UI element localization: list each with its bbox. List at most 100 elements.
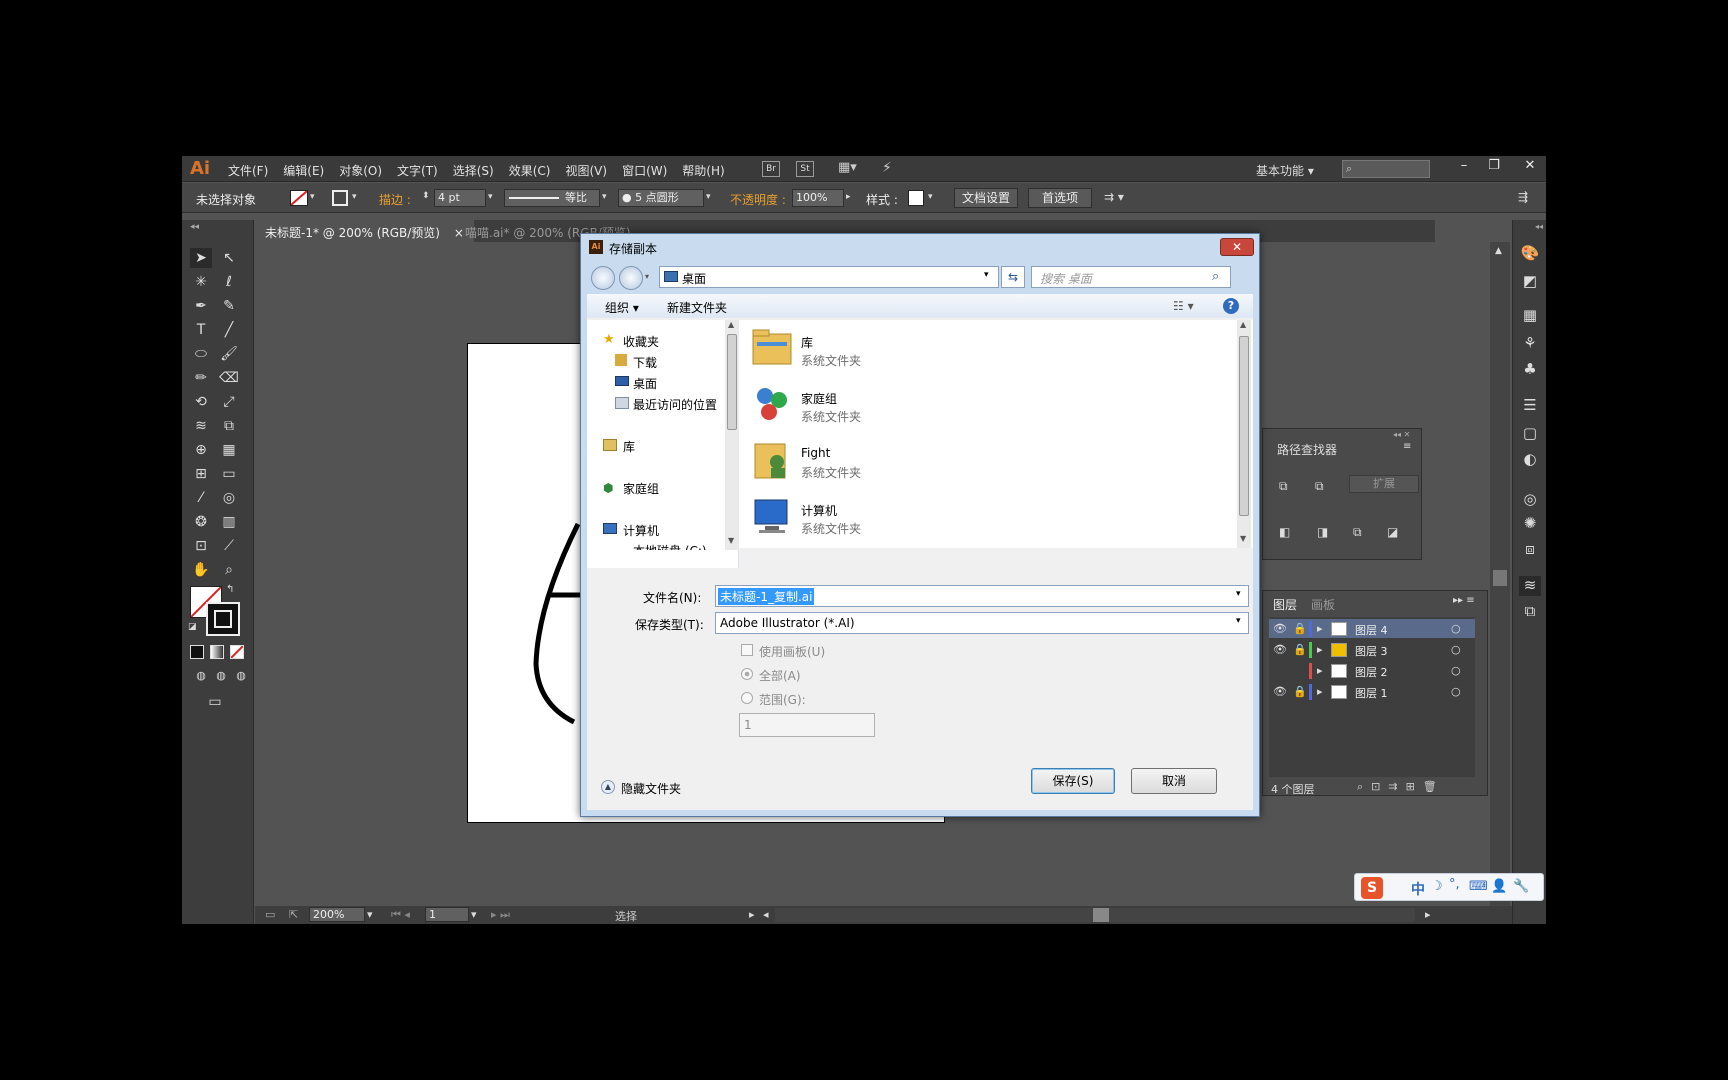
first-artboard-icon[interactable]: ⏮ ◂ — [391, 908, 410, 922]
close-button[interactable]: ✕ — [1516, 158, 1544, 176]
lasso-tool-icon[interactable]: ℓ — [218, 272, 240, 292]
minimize-button[interactable]: – — [1450, 158, 1478, 176]
nav-desktop[interactable]: 桌面 — [633, 375, 657, 392]
direct-selection-tool-icon[interactable]: ↖ — [218, 248, 240, 268]
shape-builder-tool-icon[interactable]: ⊕ — [190, 440, 212, 460]
menu-type[interactable]: 文字(T) — [397, 162, 438, 179]
layer-actions-icons[interactable]: ⌕⊡⇉⊞🗑 — [1357, 780, 1445, 794]
variable-width-profile[interactable]: 等比 — [504, 189, 600, 207]
artboard-dropdown-icon[interactable]: ▾ — [471, 908, 477, 921]
lock-icon[interactable]: 🔒 — [1293, 622, 1307, 635]
magic-wand-tool-icon[interactable]: ✳ — [190, 272, 212, 292]
screen-mode-icon[interactable]: ▭ — [204, 692, 226, 712]
pathfinder-title[interactable]: 路径查找器 — [1277, 441, 1337, 458]
share-icon[interactable]: ⇱ — [289, 908, 298, 921]
selection-tool-icon[interactable]: ➤ — [190, 248, 212, 268]
minus-front-icon[interactable]: ⧉ — [1315, 479, 1324, 494]
user-icon[interactable]: 👤 — [1491, 879, 1507, 894]
status-icon[interactable]: ▭ — [265, 908, 275, 921]
eraser-tool-icon[interactable]: ⌫ — [218, 368, 240, 388]
gpu-performance-icon[interactable]: ⚡ — [882, 160, 892, 176]
address-bar[interactable]: 桌面 ▾ — [659, 266, 999, 288]
layer-row-2[interactable]: ▸ 图层 2 ○ — [1269, 661, 1475, 681]
swatches-icon[interactable]: ▦ — [1519, 306, 1541, 326]
graphic-style-swatch[interactable] — [908, 190, 924, 206]
file-list-scrollbar[interactable]: ▲ ▼ — [1237, 320, 1251, 548]
rotate-tool-icon[interactable]: ⟲ — [190, 392, 212, 412]
status-menu-arrow-icon[interactable]: ▸ — [749, 908, 755, 921]
expand-arrow-icon[interactable]: ▸ — [1317, 643, 1323, 656]
gradient-mode-icon[interactable] — [210, 645, 224, 659]
transparency-icon[interactable]: ◐ — [1519, 450, 1541, 470]
pathfinder-collapse-icon[interactable]: ◂◂ ✕ — [1393, 430, 1410, 439]
slice-tool-icon[interactable]: ⟋ — [218, 536, 240, 556]
layer-row-1[interactable]: 👁 🔒 ▸ 图层 1 ○ — [1269, 682, 1475, 702]
scroll-thumb[interactable] — [1493, 570, 1507, 586]
forward-button[interactable] — [619, 266, 643, 290]
menu-help[interactable]: 帮助(H) — [682, 162, 724, 179]
file-item-homegroup[interactable]: 家庭组 系统文件夹 — [745, 378, 1045, 430]
line-tool-icon[interactable]: ╱ — [218, 320, 240, 340]
nav-scrollbar[interactable]: ▲ ▼ — [725, 320, 739, 550]
stroke-stepper-icon[interactable]: ⬍ — [422, 191, 430, 201]
stroke-color-box[interactable] — [206, 602, 240, 636]
graphic-styles-icon[interactable]: ✺ — [1519, 514, 1541, 534]
new-folder-button[interactable]: 新建文件夹 — [667, 299, 727, 316]
file-scroll-up-icon[interactable]: ▲ — [1240, 320, 1246, 329]
range-input[interactable]: 1 — [739, 713, 875, 737]
ime-language[interactable]: 中 — [1411, 879, 1425, 899]
paintbrush-tool-icon[interactable]: 🖌 — [218, 344, 240, 364]
nav-scroll-thumb[interactable] — [727, 334, 737, 430]
dialog-titlebar[interactable]: Ai 存储副本 ✕ — [581, 234, 1259, 260]
nav-downloads[interactable]: 下载 — [633, 354, 657, 371]
type-tool-icon[interactable]: T — [190, 320, 212, 340]
help-search-input[interactable]: ⌕ — [1342, 160, 1430, 178]
brushes-icon[interactable]: ⚘ — [1519, 334, 1541, 354]
stroke-dropdown-icon[interactable]: ▾ — [352, 192, 357, 202]
visibility-eye-icon[interactable]: 👁 — [1273, 622, 1287, 635]
hand-tool-icon[interactable]: ✋ — [190, 560, 212, 580]
file-item-libraries[interactable]: 库 系统文件夹 — [745, 322, 1045, 374]
merge-icon[interactable]: ⧉ — [1353, 525, 1362, 540]
file-item-network[interactable]: 网络 — [745, 546, 1045, 548]
nav-recent[interactable]: 最近访问的位置 — [633, 396, 717, 413]
stock-button[interactable]: St — [796, 161, 814, 177]
file-scroll-thumb[interactable] — [1239, 336, 1249, 516]
visibility-eye-icon[interactable]: 👁 — [1273, 685, 1287, 698]
opacity-arrow-icon[interactable]: ▸ — [846, 192, 851, 202]
refresh-icon[interactable]: ⇆ — [1001, 266, 1025, 288]
mesh-tool-icon[interactable]: ⊞ — [190, 464, 212, 484]
eyedropper-tool-icon[interactable]: ⁄ — [190, 488, 212, 508]
artboards-panel-icon[interactable]: ⧉ — [1519, 602, 1541, 622]
opacity-label[interactable]: 不透明度 : — [730, 191, 786, 208]
nav-local-disk[interactable]: 本地磁盘 (C:) — [633, 542, 707, 550]
workspace-switcher[interactable]: 基本功能 ▾ — [1256, 162, 1314, 179]
search-input[interactable]: 搜索 桌面 ⌕ — [1031, 266, 1231, 288]
opacity-input[interactable]: 100% — [792, 189, 844, 207]
unite-icon[interactable]: ⧉ — [1279, 479, 1288, 494]
stroke-panel-icon[interactable]: ☰ — [1519, 396, 1541, 416]
file-item-computer[interactable]: 计算机 系统文件夹 — [745, 490, 1045, 542]
tab-artboards[interactable]: 画板 — [1311, 596, 1335, 613]
perspective-grid-tool-icon[interactable]: ▦ — [218, 440, 240, 460]
nav-favorites[interactable]: 收藏夹 — [623, 333, 659, 350]
brush-dropdown-icon[interactable]: ▾ — [706, 192, 711, 202]
layer-row-4[interactable]: 👁 🔒 ▸ 图层 4 ○ — [1269, 619, 1475, 639]
stroke-weight-input[interactable]: 4 pt — [434, 189, 486, 207]
filename-input[interactable]: 未标题-1_复制.ai ▾ — [715, 585, 1249, 607]
color-guide-icon[interactable]: ◩ — [1519, 272, 1541, 292]
punctuation-icon[interactable]: °, — [1449, 877, 1460, 892]
profile-dropdown-icon[interactable]: ▾ — [602, 192, 607, 202]
align-menu-icon[interactable]: ⇉ ▾ — [1104, 190, 1124, 204]
expand-dock-icon[interactable]: ◂◂ — [1535, 222, 1543, 231]
view-options-icon[interactable]: ☷ ▾ — [1173, 299, 1194, 313]
vertical-scrollbar[interactable]: ▲ — [1490, 242, 1510, 906]
hide-folders-toggle[interactable]: 隐藏文件夹 — [621, 780, 681, 797]
save-button[interactable]: 保存(S) — [1031, 768, 1115, 794]
pen-tool-icon[interactable]: ✒ — [190, 296, 212, 316]
column-graph-tool-icon[interactable]: ▥ — [218, 512, 240, 532]
menu-file[interactable]: 文件(F) — [228, 162, 268, 179]
menu-edit[interactable]: 编辑(E) — [283, 162, 324, 179]
style-dropdown-icon[interactable]: ▾ — [928, 192, 933, 202]
trim-icon[interactable]: ◨ — [1317, 525, 1328, 539]
